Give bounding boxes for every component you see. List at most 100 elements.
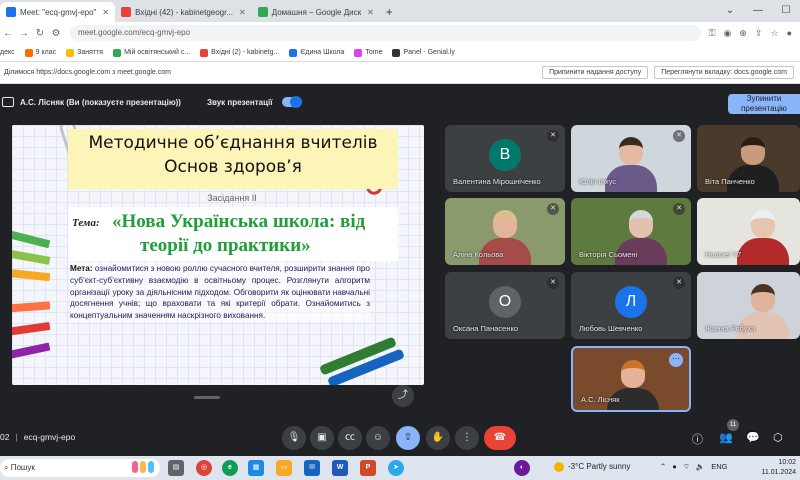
taskbar-search[interactable]: ⌕ Пошук bbox=[0, 459, 160, 477]
gmail-icon bbox=[121, 7, 132, 17]
self-participant-tile[interactable]: ⋯ А.С. Лісняк bbox=[571, 346, 691, 412]
participant-video bbox=[737, 208, 789, 265]
participant-tile[interactable]: Л ✕ Любовь Шевченко bbox=[571, 272, 691, 339]
slide-goal-label: Мета: bbox=[70, 264, 93, 273]
forward-icon[interactable]: → bbox=[16, 28, 32, 39]
profile-icon[interactable]: ● bbox=[787, 28, 792, 39]
bookmark-item[interactable]: декс bbox=[0, 49, 15, 56]
bookmark-item[interactable]: Мій освітянський с... bbox=[113, 48, 190, 57]
captions-button[interactable]: ㏄ bbox=[338, 426, 362, 450]
present-screen-icon bbox=[2, 97, 14, 107]
key-icon[interactable]: ⚿ bbox=[709, 28, 716, 39]
meet-presentation-bar: А.С. Лісняк (Ви (показуєте презентацію))… bbox=[0, 84, 800, 120]
bookmark-item[interactable]: Panel - Genial.ly bbox=[392, 48, 455, 57]
telegram-icon[interactable]: ➤ bbox=[388, 460, 404, 476]
more-options-icon[interactable]: ⋯ bbox=[669, 353, 683, 367]
participant-tile[interactable]: Huawei Y7 bbox=[697, 198, 800, 265]
maximize-icon[interactable]: ☐ bbox=[772, 0, 800, 22]
close-icon[interactable]: ✕ bbox=[102, 8, 109, 17]
stop-presenting-button[interactable]: Зупинити презентацію bbox=[728, 94, 800, 114]
bookmark-star-icon[interactable]: ☆ bbox=[770, 28, 778, 39]
more-options-button[interactable]: ⋮ bbox=[455, 426, 479, 450]
avatar: В bbox=[489, 139, 521, 171]
language-indicator[interactable]: ENG bbox=[711, 462, 727, 472]
view-tab-button[interactable]: Переглянути вкладку: docs.google.com bbox=[654, 66, 794, 79]
slide-session: Засідання ІІ bbox=[207, 193, 257, 203]
network-icon[interactable]: ⌔ bbox=[683, 462, 690, 472]
bookmark-icon bbox=[113, 48, 122, 57]
mail-icon[interactable]: ✉ bbox=[304, 460, 320, 476]
store-icon[interactable]: ▦ bbox=[248, 460, 264, 476]
slide-goal-text: ознайомитися з новою роллю сучасного вчи… bbox=[70, 264, 370, 321]
participant-name: Huawei Y7 bbox=[705, 250, 742, 259]
close-icon[interactable]: ✕ bbox=[239, 8, 246, 17]
presentation-audio-label: Звук презентації bbox=[206, 97, 273, 107]
participant-name: А.С. Лісняк bbox=[581, 395, 620, 404]
edge-icon[interactable]: e bbox=[222, 460, 238, 476]
tab-meet[interactable]: Meet: "ecq-gmvj-epo" ✕ bbox=[0, 2, 116, 22]
raise-hand-button[interactable]: ✋ bbox=[426, 426, 450, 450]
partly-sunny-icon bbox=[554, 462, 564, 472]
bookmark-item[interactable]: Вхідні (2) - kabinetg... bbox=[200, 48, 279, 57]
back-icon[interactable]: ← bbox=[0, 28, 16, 39]
search-icon: ⌕ bbox=[4, 463, 11, 472]
bookmark-item[interactable]: Єдина Школа bbox=[289, 48, 344, 57]
participant-name: Віта Панченко bbox=[705, 177, 755, 186]
participant-tile[interactable]: ✕ Юлія Ілхус bbox=[571, 125, 691, 192]
slide-topic-line2: теорії до практики» bbox=[140, 235, 311, 256]
new-tab-button[interactable]: + bbox=[380, 2, 399, 22]
share-icon[interactable]: ⤴ bbox=[392, 385, 414, 407]
chevron-up-icon[interactable]: ⌃ bbox=[660, 462, 666, 472]
task-view-icon[interactable]: ▤ bbox=[168, 460, 184, 476]
participant-tile[interactable]: ✕ Аліна Кольова bbox=[445, 198, 565, 265]
chat-icon[interactable]: 💬 bbox=[746, 431, 760, 444]
tab-title: Meet: "ecq-gmvj-epo" bbox=[20, 7, 97, 17]
info-icon[interactable]: ⓘ bbox=[692, 431, 703, 447]
reactions-button[interactable]: ☺ bbox=[366, 426, 390, 450]
tab-drive[interactable]: Домашня – Google Диск ✕ bbox=[252, 2, 380, 22]
site-info-icon[interactable]: ⚙ bbox=[48, 28, 64, 39]
participant-name: Валентина Мірошніченко bbox=[453, 177, 541, 186]
bookmark-item[interactable]: Tome bbox=[354, 48, 382, 57]
microphone-button[interactable]: 🎙 bbox=[282, 426, 306, 450]
weather-widget[interactable]: -3°C Partly sunny bbox=[554, 462, 630, 472]
bookmark-item[interactable]: 9 клас bbox=[24, 48, 56, 57]
activities-icon[interactable]: ⬡ bbox=[773, 431, 783, 444]
participant-tile[interactable]: О ✕ Оксана Панасенко bbox=[445, 272, 565, 339]
close-icon[interactable]: ✕ bbox=[367, 8, 374, 17]
people-icon[interactable]: 👥 bbox=[719, 431, 733, 444]
window-controls: ⌄ — ☐ bbox=[716, 0, 800, 22]
share-icon[interactable]: ⇪ bbox=[755, 28, 763, 39]
system-tray: ⌃ ● ⌔ 🔈 ENG bbox=[660, 462, 728, 472]
tray-app-icon[interactable]: ● bbox=[672, 462, 677, 472]
clock-time: 10:02 bbox=[778, 459, 796, 466]
chrome-icon[interactable]: ◎ bbox=[196, 460, 212, 476]
presentation-audio-toggle[interactable] bbox=[282, 96, 303, 108]
camera-icon[interactable]: ◉ bbox=[724, 28, 732, 39]
taskbar-clock[interactable]: 10:02 11.01.2024 bbox=[761, 458, 796, 478]
word-icon[interactable]: W bbox=[332, 460, 348, 476]
volume-icon[interactable]: 🔈 bbox=[696, 462, 705, 472]
chevron-down-icon[interactable]: ⌄ bbox=[716, 0, 744, 22]
zoom-icon[interactable]: ⊕ bbox=[739, 28, 747, 39]
camera-button[interactable]: ▣ bbox=[310, 426, 334, 450]
participant-tile[interactable]: Жанна Рябуха bbox=[697, 272, 800, 339]
bookmark-item[interactable]: Заняття bbox=[66, 48, 103, 57]
participant-name: Вікторія Сьомені bbox=[579, 250, 638, 259]
file-explorer-icon[interactable]: ▭ bbox=[276, 460, 292, 476]
powerpoint-icon[interactable]: P bbox=[360, 460, 376, 476]
participant-tile[interactable]: Віта Панченко bbox=[697, 125, 800, 192]
tab-gmail[interactable]: Вхідні (42) - kabinetgeogr... ✕ bbox=[115, 2, 252, 22]
drag-handle[interactable] bbox=[194, 396, 220, 399]
url-field[interactable]: meet.google.com/ecq-gmvj-epo bbox=[70, 25, 701, 41]
participant-tile[interactable]: ✕ Вікторія Сьомені bbox=[571, 198, 691, 265]
bookmark-icon bbox=[289, 48, 298, 57]
participant-tile[interactable]: В ✕ Валентина Мірошніченко bbox=[445, 125, 565, 192]
slide-topic-line1: «Нова Українська школа: від bbox=[112, 211, 366, 232]
present-button[interactable]: ⇧ bbox=[396, 426, 420, 450]
reload-icon[interactable]: ↻ bbox=[32, 28, 48, 39]
stop-sharing-button[interactable]: Припинити надання доступу bbox=[542, 66, 649, 79]
app-icon[interactable]: ◐ bbox=[514, 460, 530, 476]
leave-call-button[interactable]: ☎ bbox=[484, 426, 516, 450]
minimize-icon[interactable]: — bbox=[744, 0, 772, 22]
